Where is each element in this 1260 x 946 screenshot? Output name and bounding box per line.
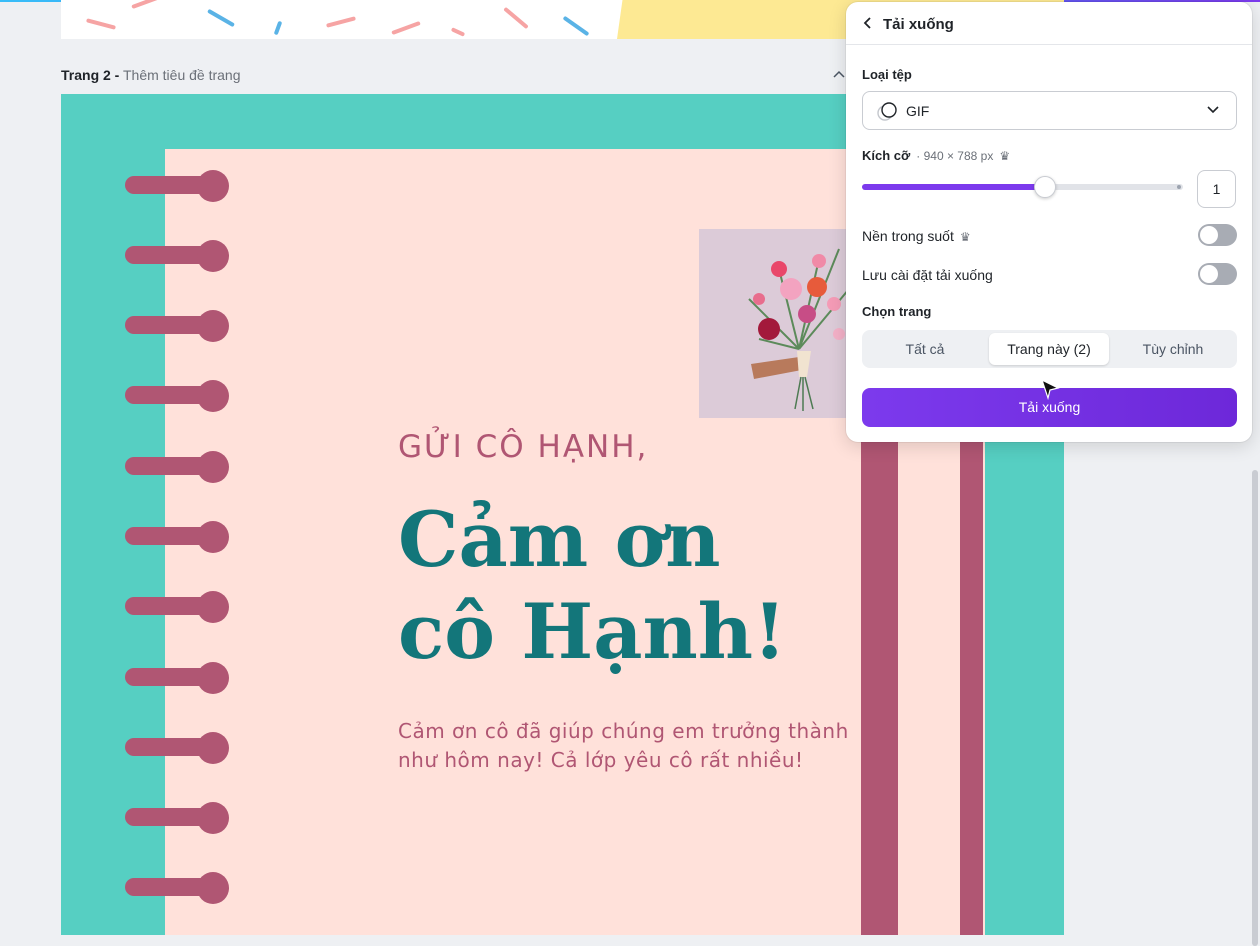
panel-title: Tải xuống	[883, 16, 954, 33]
save-settings-label: Lưu cài đặt tải xuống	[862, 267, 993, 283]
binder-ring	[125, 591, 229, 623]
page-title[interactable]: Trang 2 - Thêm tiêu đề trang	[61, 67, 241, 83]
binder-ring	[125, 872, 229, 904]
confetti	[85, 18, 117, 30]
binder-ring	[125, 170, 229, 202]
gif-icon	[877, 101, 899, 121]
headline-line-2: cô Hạnh!	[398, 587, 787, 676]
page-option-custom[interactable]: Tùy chỉnh	[1113, 333, 1233, 365]
size-slider-fill	[862, 184, 1045, 190]
file-type-value: GIF	[906, 103, 930, 119]
confetti	[207, 8, 235, 28]
page-option-current[interactable]: Trang này (2)	[989, 333, 1109, 365]
confetti	[131, 0, 161, 10]
binder-ring	[125, 451, 229, 483]
body-line-1: Cảm ơn cô đã giúp chúng em trưởng thành	[398, 719, 849, 743]
confetti	[450, 27, 466, 37]
rose-stripe	[861, 434, 898, 935]
binder-ring	[125, 521, 229, 553]
size-label: Kích cỡ	[862, 148, 911, 163]
slider-end-dot	[1177, 185, 1181, 189]
binder-ring	[125, 240, 229, 272]
binder-ring	[125, 380, 229, 412]
confetti	[325, 16, 357, 28]
size-slider[interactable]	[862, 176, 1183, 198]
headline-line-1: Cảm ơn	[398, 495, 721, 584]
confetti	[391, 20, 421, 36]
vertical-scrollbar[interactable]	[1252, 470, 1258, 946]
chevron-down-icon	[1206, 102, 1220, 116]
page-title-placeholder: Thêm tiêu đề trang	[119, 67, 241, 83]
mouse-cursor-icon	[1040, 378, 1060, 400]
page-number: Trang 2 -	[61, 67, 120, 83]
file-type-label: Loại tệp	[862, 67, 912, 82]
confetti	[503, 6, 529, 30]
headline-text[interactable]: Cảm ơn cô Hạnh!	[398, 494, 918, 678]
file-type-select[interactable]: GIF	[862, 91, 1237, 130]
crown-icon: ♛	[999, 149, 1011, 163]
transparent-bg-toggle[interactable]	[1198, 224, 1237, 246]
confetti	[562, 15, 590, 37]
rose-stripe	[960, 434, 983, 935]
save-settings-toggle[interactable]	[1198, 263, 1237, 285]
greeting-text[interactable]: GỬI CÔ HẠNH,	[398, 429, 648, 465]
binder-ring	[125, 310, 229, 342]
transparent-bg-label: Nền trong suốt ♛	[862, 228, 971, 244]
size-dimensions: · 940 × 788 px	[916, 149, 994, 163]
binder-ring	[125, 802, 229, 834]
binder-ring	[125, 662, 229, 694]
body-line-2: như hôm nay! Cả lớp yêu cô rất nhiều!	[398, 748, 804, 772]
size-row: Kích cỡ · 940 × 788 px ♛	[862, 148, 1010, 163]
chevron-left-icon[interactable]	[862, 16, 874, 34]
transparent-bg-text: Nền trong suốt	[862, 228, 954, 244]
page-selector: Tất cả Trang này (2) Tùy chỉnh	[862, 330, 1237, 368]
binder-ring	[125, 732, 229, 764]
size-slider-thumb[interactable]	[1033, 176, 1056, 198]
download-panel: Tải xuống Loại tệp GIF Kích cỡ · 940 × 78…	[846, 2, 1252, 442]
page-option-all[interactable]: Tất cả	[865, 333, 985, 365]
panel-header: Tải xuống	[846, 2, 1252, 45]
choose-page-label: Chọn trang	[862, 304, 932, 319]
size-multiplier-input[interactable]: 1	[1197, 170, 1236, 208]
confetti	[273, 20, 283, 36]
body-text[interactable]: Cảm ơn cô đã giúp chúng em trưởng thành …	[398, 717, 878, 775]
crown-icon: ♛	[959, 230, 971, 244]
